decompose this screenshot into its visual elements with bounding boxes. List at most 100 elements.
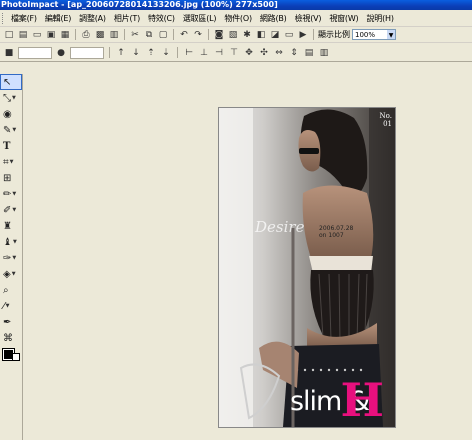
center-h-icon[interactable]: ⇔	[273, 47, 285, 59]
chevron-down-icon: ▼	[12, 95, 16, 101]
eraser-tool[interactable]: ♝ ▼	[0, 234, 22, 250]
copy-icon[interactable]: ⧉	[143, 29, 155, 41]
group-icon[interactable]: ▤	[303, 47, 315, 59]
paint-brush-icon: ✏	[3, 188, 12, 200]
open-folder-icon[interactable]: ▭	[31, 29, 43, 41]
send-to-bottom-icon[interactable]: ⇣	[160, 47, 172, 59]
pen-tool[interactable]: ✒	[0, 314, 22, 330]
save-icon[interactable]: ▣	[45, 29, 57, 41]
menu-object[interactable]: 物件(O)	[222, 13, 258, 24]
menu-window[interactable]: 視窗(W)	[327, 13, 364, 24]
crop-icon: ⌗	[3, 156, 9, 168]
align-center-icon[interactable]: ⊥	[198, 47, 210, 59]
chevron-down-icon: ▼	[12, 191, 17, 197]
adjust-icon[interactable]: ◧	[255, 29, 267, 41]
fill-bucket-icon: ◈	[3, 268, 11, 280]
center-v-icon[interactable]: ⇕	[288, 47, 300, 59]
paste-icon[interactable]: ▢	[157, 29, 169, 41]
menu-web[interactable]: 網路(B)	[258, 13, 293, 24]
open-icon[interactable]: ▤	[17, 29, 29, 41]
align-right-icon[interactable]: ⊣	[213, 47, 225, 59]
brand-letter: H	[340, 373, 384, 427]
print-preview-icon[interactable]: ▩	[94, 29, 106, 41]
monitor-icon[interactable]: ▭	[283, 29, 295, 41]
height-field[interactable]	[70, 46, 104, 59]
arrow-down-icon[interactable]: ↓	[130, 47, 142, 59]
brightness-icon[interactable]: ✱	[241, 29, 253, 41]
overlay-script-text: Desire	[255, 218, 305, 236]
menu-adjust[interactable]: 調整(A)	[77, 13, 112, 24]
eraser-icon: ♝	[3, 236, 12, 248]
menu-photo[interactable]: 相片(T)	[112, 13, 146, 24]
background-color[interactable]	[12, 353, 20, 361]
stamp-tool[interactable]: ♜	[0, 218, 22, 234]
zoom-tool[interactable]: ⌕	[0, 282, 22, 298]
menu-effects[interactable]: 特效(C)	[146, 13, 181, 24]
toolbar-divider	[208, 29, 209, 40]
date-line-2: on 1007	[319, 232, 344, 239]
crop-tool[interactable]: ⌗ ▼	[0, 154, 22, 170]
align-left-icon[interactable]: ⊢	[183, 47, 195, 59]
lasso-tool[interactable]: ◉	[0, 106, 22, 122]
chevron-down-icon: ▼	[12, 127, 17, 133]
frame-tool[interactable]: ⊞	[0, 170, 22, 186]
menu-edit[interactable]: 編輯(E)	[43, 13, 77, 24]
save-as-icon[interactable]: ▦	[59, 29, 71, 41]
pick-mode-icon[interactable]: ■	[3, 47, 15, 59]
airbrush-tool[interactable]: ✐ ▼	[0, 202, 22, 218]
zoom-value: 100%	[355, 31, 376, 39]
image-canvas[interactable]: No. 01 Desire 2006.07.28 on 1007 slim & …	[218, 107, 396, 428]
redo-icon[interactable]: ↷	[192, 29, 204, 41]
ungroup-icon[interactable]: ▥	[318, 47, 330, 59]
magic-wand-tool[interactable]: ✎ ▼	[0, 122, 22, 138]
camera-icon[interactable]: ◙	[213, 29, 225, 41]
window-title: PhotoImpact - [ap_20060728014133206.jpg …	[1, 0, 278, 9]
menu-file[interactable]: 檔案(F)	[9, 13, 43, 24]
text-tool[interactable]: T	[0, 138, 22, 154]
standard-toolbar: □ ▤ ▭ ▣ ▦ ⎙ ▩ ▥ ✂ ⧉ ▢ ↶ ↷ ◙ ▧ ✱ ◧ ◪ ▭ ▶ …	[0, 27, 472, 43]
menu-view[interactable]: 檢視(V)	[293, 13, 328, 24]
color-swatch[interactable]	[0, 346, 22, 362]
image-icon[interactable]: ▧	[227, 29, 239, 41]
chevron-down-icon: ▼	[12, 239, 17, 245]
frame-icon: ⊞	[3, 172, 12, 184]
print-icon[interactable]: ⎙	[80, 29, 92, 41]
date-caption: 2006.07.28 on 1007	[319, 225, 353, 239]
tool-panel: ↖ ⤡ ▼ ◉ ✎ ▼ T ⌗ ▼ ⊞ ✏ ▼ ✐ ▼ ♜ ♝ ▼ ✑ ▼ ◈ ▼ ⌕ ⁄ ▼ ✒…	[0, 74, 23, 440]
magnifier-icon: ⌕	[3, 284, 9, 296]
chevron-down-icon: ▼	[12, 255, 17, 261]
distribute-icon[interactable]: ✣	[258, 47, 270, 59]
date-line-1: 2006.07.28	[319, 225, 354, 232]
paint-brush-tool[interactable]: ✏ ▼	[0, 186, 22, 202]
move-icon[interactable]: ✥	[243, 47, 255, 59]
toolbar-divider	[109, 47, 110, 58]
zoom-select[interactable]: 100% ▼	[352, 29, 396, 40]
lasso-icon: ◉	[3, 108, 12, 120]
effect-icon[interactable]: ◪	[269, 29, 281, 41]
issue-label: No. 01	[379, 112, 392, 128]
path-tool[interactable]: ⌘	[0, 330, 22, 346]
eyedropper-tool[interactable]: ⁄ ▼	[0, 298, 22, 314]
stamp-icon: ♜	[3, 220, 12, 232]
pick-tool[interactable]: ↖	[0, 74, 22, 90]
transform-tool[interactable]: ⤡ ▼	[0, 90, 22, 106]
menu-grip[interactable]	[2, 12, 6, 24]
eyedropper-icon: ⁄	[3, 300, 5, 312]
chevron-down-icon: ▼	[9, 159, 14, 165]
menu-help[interactable]: 說明(H)	[364, 13, 399, 24]
menu-selection[interactable]: 選取區(L)	[181, 13, 223, 24]
scan-icon[interactable]: ▥	[108, 29, 120, 41]
bring-to-top-icon[interactable]: ⇡	[145, 47, 157, 59]
width-field[interactable]	[18, 46, 52, 59]
arrow-up-icon[interactable]: ↑	[115, 47, 127, 59]
anchor-icon[interactable]: ●	[55, 47, 67, 59]
undo-icon[interactable]: ↶	[178, 29, 190, 41]
transform-icon: ⤡	[3, 92, 11, 104]
align-top-icon[interactable]: ⊤	[228, 47, 240, 59]
chevron-down-icon: ▼	[11, 271, 16, 277]
cut-icon[interactable]: ✂	[129, 29, 141, 41]
new-icon[interactable]: □	[3, 29, 15, 41]
burn-tool[interactable]: ✑ ▼	[0, 250, 22, 266]
slideshow-icon[interactable]: ▶	[297, 29, 309, 41]
fill-tool[interactable]: ◈ ▼	[0, 266, 22, 282]
